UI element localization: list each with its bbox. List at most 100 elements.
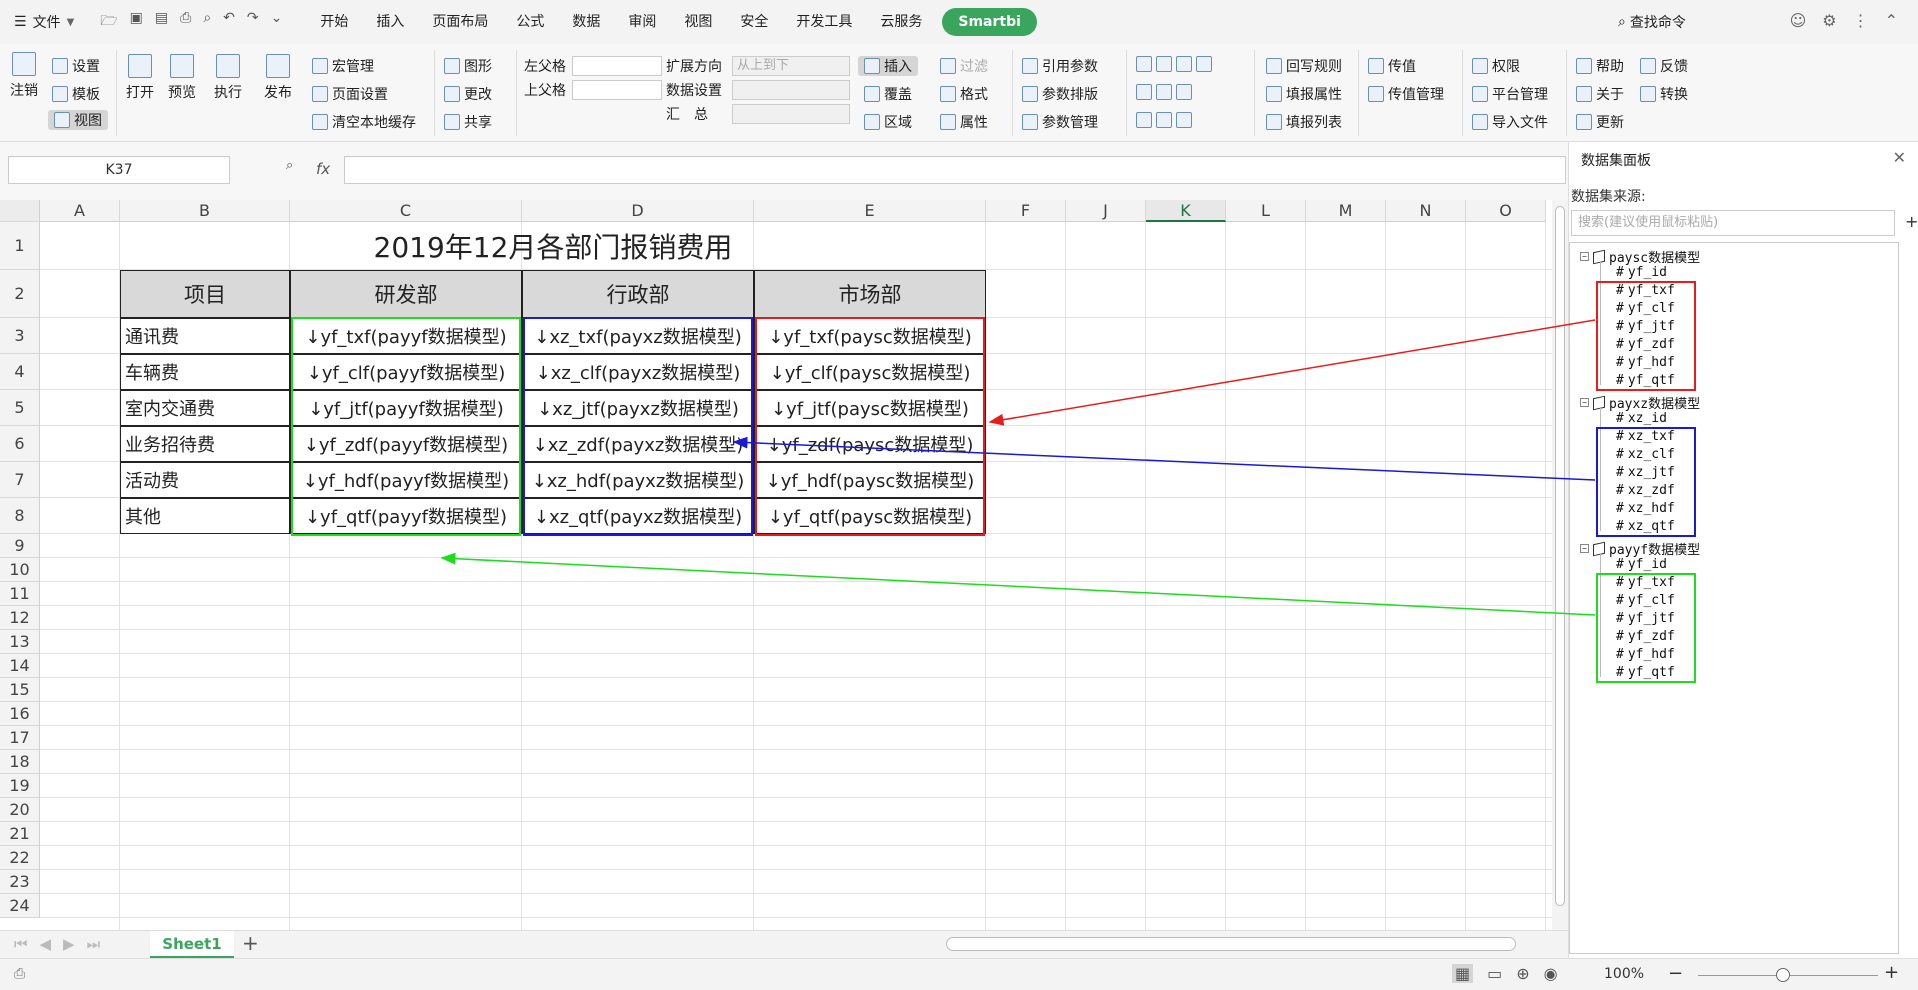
table-cell[interactable]: ↓yf_clf(payyf数据模型) <box>290 354 522 390</box>
macro-button[interactable]: 宏管理 <box>312 56 374 76</box>
open-folder-icon[interactable]: 🗁 <box>100 10 117 34</box>
tab-3[interactable]: 公式 <box>502 7 558 37</box>
tree-model-node[interactable]: − paysc数据模型 <box>1580 247 1700 266</box>
table-cell[interactable]: ↓yf_txf(payyf数据模型) <box>290 318 522 354</box>
zoom-in-button[interactable]: + <box>1884 962 1899 983</box>
sheet-tab-sheet1[interactable]: Sheet1 <box>150 931 234 958</box>
table-cell[interactable]: ↓yf_jtf(payyf数据模型) <box>290 390 522 426</box>
tree-model-node[interactable]: − payxz数据模型 <box>1580 393 1700 412</box>
dropdown-control-icon[interactable] <box>1156 56 1172 72</box>
tab-8[interactable]: 开发工具 <box>782 7 866 37</box>
row-header-11[interactable]: 11 <box>0 582 40 606</box>
tree-field-node[interactable]: # xz_id <box>1616 411 1667 426</box>
template-button[interactable]: 模板 <box>52 84 100 104</box>
dataset-search-input[interactable]: 搜索(建议使用鼠标粘贴) <box>1571 210 1895 236</box>
row-header-5[interactable]: 5 <box>0 390 40 426</box>
logout-button[interactable]: 注销 <box>10 52 38 100</box>
table-header-cell[interactable]: 行政部 <box>522 270 754 318</box>
row-header-8[interactable]: 8 <box>0 498 40 534</box>
row-header-9[interactable]: 9 <box>0 534 40 558</box>
image-control-icon[interactable] <box>1176 84 1192 100</box>
tree-field-node[interactable]: # xz_txf <box>1616 429 1675 444</box>
gear-icon[interactable]: ⚙ <box>1822 11 1836 30</box>
horizontal-scrollbar[interactable] <box>946 937 1516 951</box>
tree-field-node[interactable]: # yf_hdf <box>1616 647 1675 662</box>
column-header-O[interactable]: O <box>1466 200 1546 222</box>
tab-6[interactable]: 视图 <box>670 7 726 37</box>
column-header-M[interactable]: M <box>1306 200 1386 222</box>
file-menu[interactable]: ☰ 文件 ▼ <box>14 12 74 32</box>
print-icon[interactable]: ⎙ <box>180 10 191 34</box>
row-header-24[interactable]: 24 <box>0 894 40 918</box>
tab-7[interactable]: 安全 <box>726 7 782 37</box>
row-header-13[interactable]: 13 <box>0 630 40 654</box>
zoom-out-button[interactable]: − <box>1668 963 1683 984</box>
tree-field-node[interactable]: # yf_zdf <box>1616 629 1675 644</box>
table-header-cell[interactable]: 项目 <box>120 270 290 318</box>
tree-field-node[interactable]: # yf_txf <box>1616 283 1675 298</box>
tab-4[interactable]: 数据 <box>558 7 614 37</box>
sheet-title[interactable]: 2019年12月各部门报销费用 <box>120 222 986 270</box>
row-header-18[interactable]: 18 <box>0 750 40 774</box>
close-icon[interactable]: ✕ <box>1893 148 1906 167</box>
table-cell[interactable]: 业务招待费 <box>120 426 290 462</box>
table-cell[interactable]: 室内交通费 <box>120 390 290 426</box>
open-button[interactable]: 打开 <box>126 54 154 102</box>
table-cell[interactable]: ↓yf_jtf(paysc数据模型) <box>754 390 986 426</box>
fill-property-button[interactable]: 填报属性 <box>1266 84 1342 104</box>
feedback-button[interactable]: 反馈 <box>1640 56 1688 76</box>
save-icon[interactable]: ▣ <box>130 10 143 34</box>
label-control-icon[interactable] <box>1176 112 1192 128</box>
about-button[interactable]: 关于 <box>1576 84 1624 104</box>
tab-smartbi[interactable]: Smartbi <box>942 8 1037 36</box>
row-header-2[interactable]: 2 <box>0 270 40 318</box>
row-header-4[interactable]: 4 <box>0 354 40 390</box>
column-header-F[interactable]: F <box>986 200 1066 222</box>
row-header-7[interactable]: 7 <box>0 462 40 498</box>
update-button[interactable]: 更新 <box>1576 112 1624 132</box>
row-header-12[interactable]: 12 <box>0 606 40 630</box>
table-cell[interactable]: ↓yf_qtf(paysc数据模型) <box>754 498 986 534</box>
column-header-L[interactable]: L <box>1226 200 1306 222</box>
cover-button[interactable]: 覆盖 <box>864 84 912 104</box>
collapse-icon[interactable]: − <box>1580 252 1589 261</box>
more-icon[interactable]: ⋮ <box>1853 11 1869 30</box>
column-header-B[interactable]: B <box>120 200 290 222</box>
tree-field-node[interactable]: # xz_qtf <box>1616 519 1675 534</box>
param-mgmt-button[interactable]: 参数管理 <box>1022 112 1098 132</box>
tree-field-node[interactable]: # xz_hdf <box>1616 501 1675 516</box>
page-layout-view-icon[interactable]: ⊕ <box>1516 964 1529 983</box>
tree-field-node[interactable]: # yf_txf <box>1616 575 1675 590</box>
undo-icon[interactable]: ↶ <box>223 10 235 34</box>
tree-field-node[interactable]: # xz_zdf <box>1616 483 1675 498</box>
tree-field-node[interactable]: # yf_jtf <box>1616 319 1675 334</box>
tab-9[interactable]: 云服务 <box>866 7 936 37</box>
eye-protect-icon[interactable]: ◉ <box>1544 964 1558 983</box>
shape-button[interactable]: 图形 <box>444 56 492 76</box>
row-header-23[interactable]: 23 <box>0 870 40 894</box>
zoom-slider-handle[interactable] <box>1776 968 1790 982</box>
comment-icon[interactable]: ☺ <box>1790 11 1807 30</box>
filter-button[interactable]: 过滤 <box>940 56 988 76</box>
column-header-A[interactable]: A <box>40 200 120 222</box>
change-button[interactable]: 更改 <box>444 84 492 104</box>
row-header-22[interactable]: 22 <box>0 846 40 870</box>
row-header-10[interactable]: 10 <box>0 558 40 582</box>
name-box[interactable]: K37 <box>8 156 230 184</box>
row-header-20[interactable]: 20 <box>0 798 40 822</box>
view-button[interactable]: 视图 <box>48 110 108 130</box>
collapse-icon[interactable]: − <box>1580 544 1589 553</box>
ref-param-button[interactable]: 引用参数 <box>1022 56 1098 76</box>
tree-field-node[interactable]: # xz_jtf <box>1616 465 1675 480</box>
button-control-icon[interactable] <box>1136 56 1152 72</box>
checkbox-control-icon[interactable] <box>1136 112 1152 128</box>
table-cell[interactable]: ↓yf_hdf(paysc数据模型) <box>754 462 986 498</box>
page-setup-button[interactable]: 页面设置 <box>312 84 388 104</box>
summary-select[interactable] <box>732 104 850 124</box>
print-preview-icon[interactable]: ⌕ <box>203 10 211 34</box>
find-command[interactable]: ⌕ 查找命令 <box>1618 12 1686 32</box>
tree-field-node[interactable]: # yf_clf <box>1616 301 1675 316</box>
row-header-6[interactable]: 6 <box>0 426 40 462</box>
column-header-N[interactable]: N <box>1386 200 1466 222</box>
writeback-rule-button[interactable]: 回写规则 <box>1266 56 1342 76</box>
